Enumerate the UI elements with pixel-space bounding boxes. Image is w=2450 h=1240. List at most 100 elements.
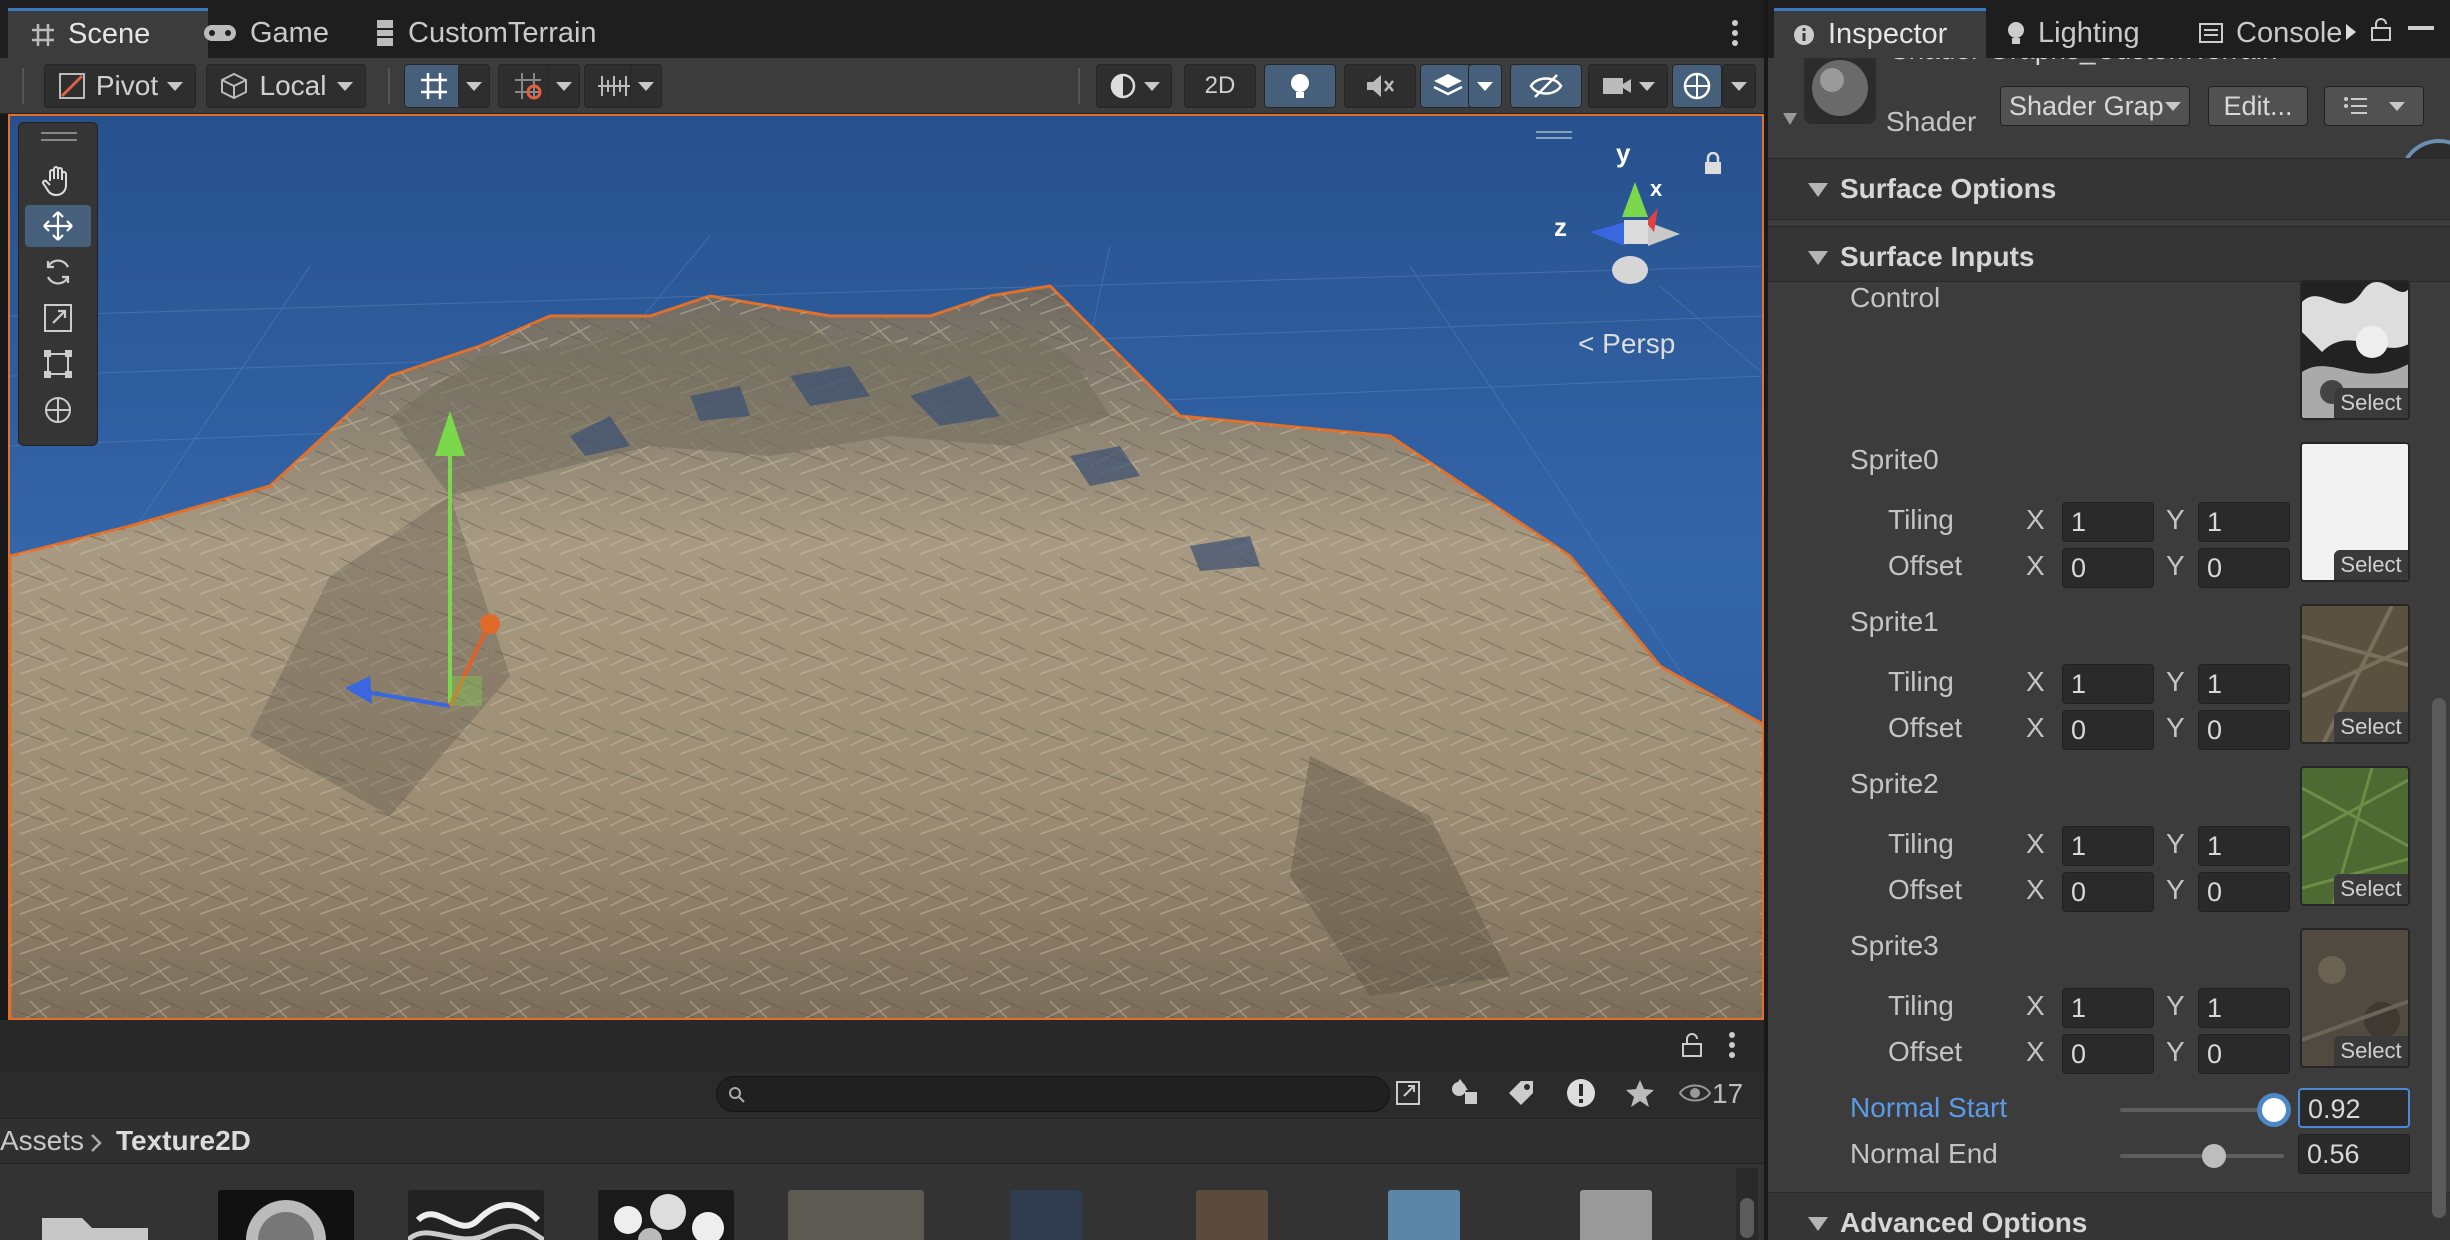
chevron-down-icon [556,81,572,91]
grid-snap-toggle[interactable] [404,64,464,108]
draw-mode-dropdown[interactable] [1096,64,1172,108]
material-options-dropdown[interactable] [2324,86,2424,126]
mode-2d-toggle[interactable]: 2D [1184,64,1256,108]
surface-inputs-header[interactable]: Surface Inputs [1768,226,2450,282]
normal-end-field[interactable]: 0.56 [2298,1134,2410,1174]
maximize-icon[interactable] [2406,20,2436,44]
tab-lighting-label: Lighting [2038,16,2140,49]
tab-lighting[interactable]: Lighting [1998,8,2198,58]
asset-scrollbar[interactable] [1736,1168,1758,1240]
offset-y-field[interactable]: 0 [2198,710,2290,750]
local-dropdown[interactable]: Local [206,64,366,108]
eye-icon[interactable] [1678,1080,1712,1106]
shader-dropdown[interactable]: Shader Grap [2000,86,2190,126]
asset-thumbnail[interactable] [406,1190,546,1240]
normal-end-slider-knob[interactable] [2202,1144,2226,1168]
asset-thumbnail[interactable] [218,1190,354,1240]
pivot-dropdown[interactable]: Pivot [44,64,196,108]
sprite-texture-slot[interactable]: Select [2300,928,2410,1068]
asset-thumbnail[interactable] [1010,1190,1082,1240]
scale-tool-button[interactable] [25,297,91,339]
tiling-y-field[interactable]: 1 [2198,664,2290,704]
normal-start-field[interactable]: 0.92 [2298,1088,2410,1128]
more-options-icon[interactable] [1720,18,1750,48]
scene-viewport[interactable]: y x z [8,114,1764,1020]
asset-thumbnail[interactable] [788,1190,924,1240]
tag-icon[interactable] [1506,1078,1536,1108]
audio-toggle[interactable] [1344,64,1416,108]
tab-custom-terrain[interactable]: CustomTerrain [370,8,630,58]
grid-snap-menu[interactable] [458,64,490,108]
sprite-texture-slot[interactable]: Select [2300,766,2410,906]
sprite-texture-slot[interactable]: Select [2300,604,2410,744]
expand-triangle-icon[interactable] [1782,112,1798,126]
surface-options-header[interactable]: Surface Options [1768,158,2450,220]
select-button[interactable]: Select [2334,1036,2408,1066]
asset-thumbnail[interactable] [1388,1190,1460,1240]
asset-thumbnail[interactable] [1196,1190,1268,1240]
tab-scroll-right-icon[interactable] [2344,22,2358,42]
tab-console[interactable]: Console [2190,8,2360,58]
tiling-y-field[interactable]: 1 [2198,502,2290,542]
rotate-tool-button[interactable] [25,251,91,293]
tiling-y-field[interactable]: 1 [2198,988,2290,1028]
tiling-x-field[interactable]: 1 [2062,826,2154,866]
select-button[interactable]: Select [2334,874,2408,904]
select-button[interactable]: Select [2334,550,2408,580]
edit-shader-button[interactable]: Edit... [2208,86,2308,126]
effects-menu[interactable] [1468,64,1502,108]
lock-icon[interactable] [1680,1032,1704,1058]
orientation-gizmo-icon[interactable] [1550,142,1720,312]
inspector-scrollbar[interactable] [2432,698,2446,1218]
sprite-texture-slot[interactable]: Select [2300,442,2410,582]
project-search-input[interactable] [716,1076,1390,1112]
lock-icon[interactable] [2370,18,2392,42]
filter-by-type-icon[interactable] [1448,1076,1482,1110]
lock-icon[interactable] [1702,152,1724,176]
control-texture-slot[interactable]: Select [2300,280,2410,420]
increment-snap-menu[interactable] [548,64,580,108]
x-label: X [2026,874,2045,905]
normal-start-slider[interactable] [2120,1108,2284,1112]
tab-scene[interactable]: Scene [8,8,208,58]
tiling-x-field[interactable]: 1 [2062,502,2154,542]
offset-y-field[interactable]: 0 [2198,548,2290,588]
favorite-star-icon[interactable] [1624,1078,1656,1108]
asset-thumbnail[interactable] [598,1190,734,1240]
transform-tool-button[interactable] [25,389,91,431]
camera-dropdown[interactable] [1588,64,1668,108]
select-button[interactable]: Select [2334,388,2408,418]
advanced-options-header[interactable]: Advanced Options [1768,1192,2450,1240]
tiling-y-field[interactable]: 1 [2198,826,2290,866]
select-button[interactable]: Select [2334,712,2408,742]
asset-thumbnail[interactable] [1580,1190,1652,1240]
chevron-right-icon [91,1134,102,1152]
offset-y-field[interactable]: 0 [2198,1034,2290,1074]
lighting-toggle[interactable] [1264,64,1336,108]
tiling-x-field[interactable]: 1 [2062,988,2154,1028]
hand-tool-button[interactable] [25,159,91,201]
tab-game[interactable]: Game [198,8,368,58]
gizmos-menu[interactable] [1722,64,1756,108]
breadcrumb-assets[interactable]: Assets [0,1125,84,1157]
offset-x-field[interactable]: 0 [2062,548,2154,588]
gizmos-toggle[interactable] [1672,64,1722,108]
breadcrumb-texture2d[interactable]: Texture2D [116,1125,251,1157]
tiling-x-field[interactable]: 1 [2062,664,2154,704]
normal-start-slider-knob[interactable] [2262,1098,2286,1122]
shading-sphere-icon [1110,73,1136,99]
move-tool-button[interactable] [25,205,91,247]
tab-inspector[interactable]: Inspector [1774,8,1986,58]
open-search-window-icon[interactable] [1394,1076,1424,1110]
hidden-objects-toggle[interactable] [1510,64,1582,108]
warning-icon[interactable] [1564,1076,1598,1110]
folder-icon[interactable] [40,1204,150,1240]
more-options-icon[interactable] [1722,1030,1742,1060]
offset-x-field[interactable]: 0 [2062,1034,2154,1074]
ruler-menu[interactable] [630,64,662,108]
rect-tool-button[interactable] [25,343,91,385]
projection-label[interactable]: < Persp [1578,328,1675,360]
offset-x-field[interactable]: 0 [2062,872,2154,912]
offset-x-field[interactable]: 0 [2062,710,2154,750]
offset-y-field[interactable]: 0 [2198,872,2290,912]
